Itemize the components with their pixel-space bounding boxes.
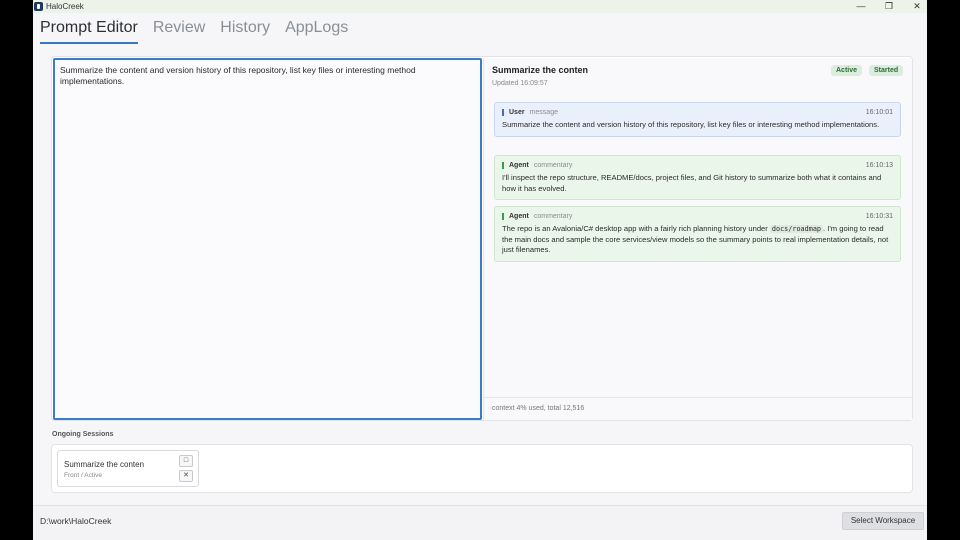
message-text: Summarize the content and version histor…: [502, 120, 880, 129]
window-title: HaloCreek: [46, 2, 84, 11]
message-card: Agent commentary 16:10:31 The repo is an…: [494, 206, 901, 262]
close-window-button[interactable]: ✕: [905, 0, 927, 13]
user-marker-icon: [502, 108, 504, 116]
agent-marker-icon: [502, 212, 504, 220]
message-role: Agent: [509, 161, 529, 169]
session-item[interactable]: Summarize the conten Front / Active □ ✕: [57, 450, 199, 487]
message-time: 16:10:01: [865, 108, 893, 116]
status-badge-started: Started: [869, 65, 904, 76]
conversation-panel: Summarize the conten Updated 16:09:57 Ac…: [483, 58, 913, 420]
tab-applogs[interactable]: AppLogs: [285, 16, 348, 42]
sessions-heading: Ongoing Sessions: [52, 431, 114, 438]
context-usage: context 4% used, total 12,516: [484, 397, 913, 420]
status-bar: D:\work\HaloCreek Select Workspace: [33, 505, 927, 540]
prompt-editor-input[interactable]: Summarize the content and version histor…: [53, 58, 482, 420]
message-text: I'll inspect the repo structure, README/…: [502, 173, 882, 193]
session-subtitle: Front / Active: [64, 472, 102, 479]
workspace-path: D:\work\HaloCreek: [40, 516, 112, 526]
message-role: Agent: [509, 212, 529, 220]
session-title: Summarize the conten: [64, 460, 145, 469]
message-type: commentary: [533, 161, 573, 169]
tab-history[interactable]: History: [220, 16, 270, 42]
message-role: User: [509, 108, 525, 116]
conversation-title: Summarize the conten: [492, 65, 589, 75]
message-text: The repo is an Avalonia/C# desktop app w…: [502, 224, 893, 256]
app-window: HaloCreek — ❐ ✕ Prompt Editor Review His…: [33, 0, 927, 540]
message-time: 16:10:13: [865, 161, 893, 169]
workspace-panel: Summarize the content and version histor…: [51, 56, 913, 421]
prompt-text: Summarize the content and version histor…: [60, 65, 416, 86]
status-badge-active: Active: [831, 65, 863, 76]
conversation-updated: Updated 16:09:57: [492, 80, 548, 87]
main-tabs: Prompt Editor Review History AppLogs: [40, 16, 363, 44]
minimize-button[interactable]: —: [849, 0, 873, 13]
session-close-icon[interactable]: ✕: [179, 470, 193, 482]
select-workspace-button[interactable]: Select Workspace: [842, 512, 924, 530]
message-time: 16:10:31: [865, 212, 893, 220]
message-card: User message 16:10:01 Summarize the cont…: [494, 102, 901, 137]
sessions-panel: Summarize the conten Front / Active □ ✕: [51, 444, 913, 493]
tab-prompt-editor[interactable]: Prompt Editor: [40, 16, 138, 44]
message-type: message: [529, 108, 558, 116]
message-card: Agent commentary 16:10:13 I'll inspect t…: [494, 155, 901, 200]
app-logo-icon: [34, 2, 43, 11]
message-text-part: The repo is an Avalonia/C# desktop app w…: [502, 224, 770, 233]
code-snippet: docs/roadmap: [769, 225, 824, 233]
tab-review[interactable]: Review: [153, 16, 205, 42]
session-open-icon[interactable]: □: [179, 455, 193, 467]
title-bar: HaloCreek — ❐ ✕: [33, 0, 927, 13]
message-type: commentary: [533, 212, 573, 220]
agent-marker-icon: [502, 161, 504, 169]
restore-button[interactable]: ❐: [877, 0, 901, 13]
